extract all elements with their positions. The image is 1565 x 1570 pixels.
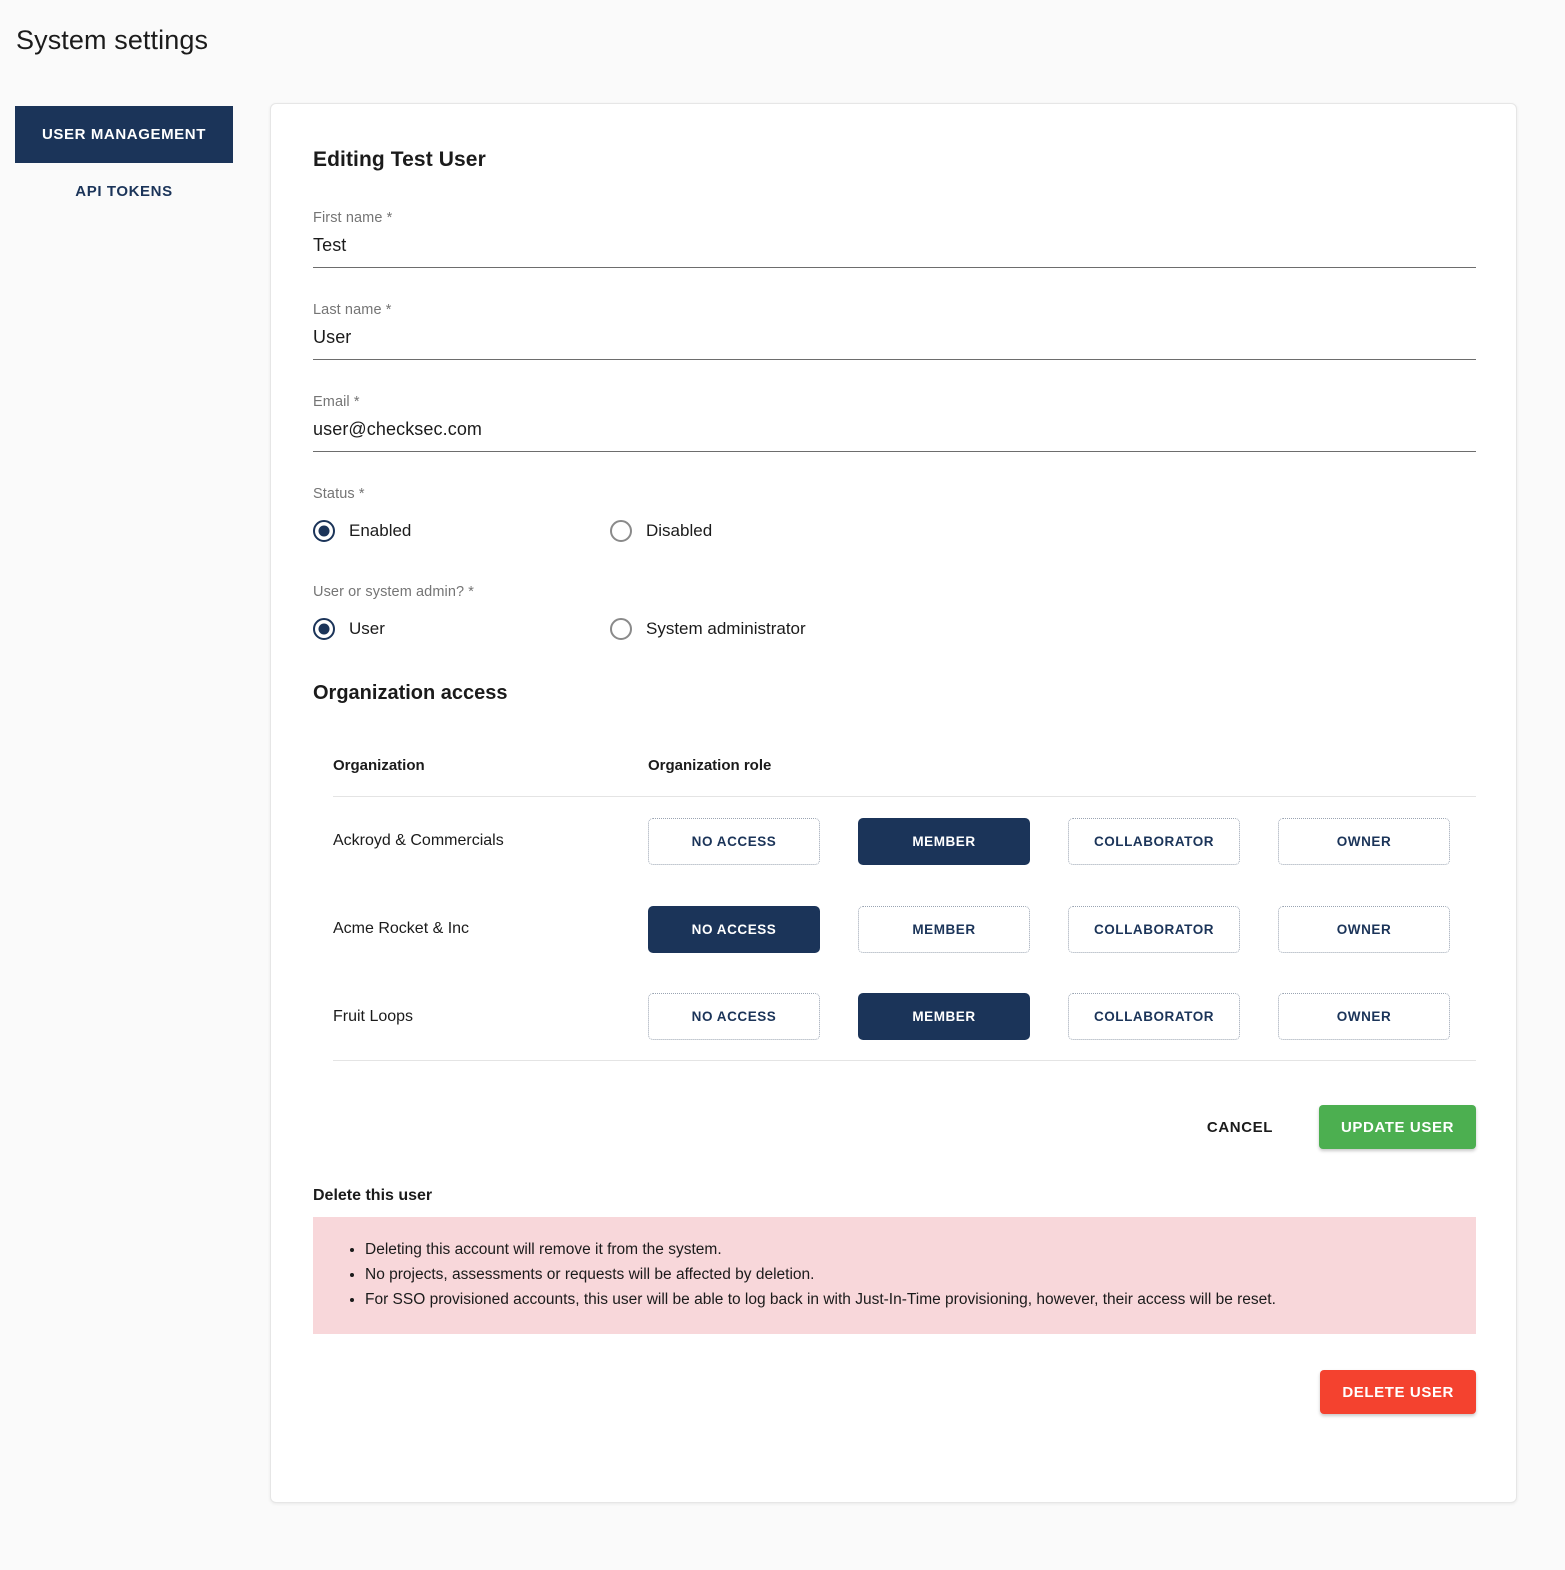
role-button-member[interactable]: MEMBER (858, 993, 1030, 1040)
admin-option-label: System administrator (646, 619, 806, 638)
role-button-collaborator[interactable]: COLLABORATOR (1068, 905, 1240, 953)
delete-user-button[interactable]: DELETE USER (1320, 1370, 1476, 1414)
organization-access-table: Organization Organization role Ackroyd &… (313, 757, 1476, 1061)
status-option-label: Disabled (646, 521, 713, 540)
role-button-collaborator[interactable]: COLLABORATOR (1068, 817, 1240, 865)
status-option-disabled[interactable]: Disabled (610, 520, 712, 542)
role-button-no-access[interactable]: NO ACCESS (648, 817, 820, 865)
table-header-row: Organization Organization role (333, 757, 1476, 797)
sidebar-item-user-management[interactable]: USER MANAGEMENT (15, 106, 233, 163)
radio-unchecked-icon (610, 520, 632, 542)
role-button-no-access[interactable]: NO ACCESS (648, 905, 820, 953)
update-user-button[interactable]: UPDATE USER (1319, 1105, 1476, 1149)
list-item: Deleting this account will remove it fro… (365, 1237, 1466, 1262)
first-name-input[interactable]: Test (313, 235, 1476, 268)
sidebar-item-label: USER MANAGEMENT (41, 126, 206, 143)
role-button-group: NO ACCESS MEMBER COLLABORATOR OWNER (648, 905, 1450, 953)
organization-name: Ackroyd & Commercials (333, 832, 504, 849)
page-title: System settings (16, 25, 209, 55)
delete-warning-alert: Deleting this account will remove it fro… (313, 1217, 1476, 1334)
table-row: Fruit Loops NO ACCESS MEMBER COLLABORATO… (333, 973, 1476, 1061)
field-last-name: Last name * User (313, 302, 1476, 360)
delete-section-title: Delete this user (313, 1187, 433, 1204)
email-input[interactable]: user@checksec.com (313, 419, 1476, 452)
column-header-organization: Organization (333, 757, 425, 774)
admin-option-user[interactable]: User (313, 618, 610, 640)
card-title: Editing Test User (313, 148, 486, 171)
radio-unchecked-icon (610, 618, 632, 640)
admin-option-label: User (349, 619, 385, 638)
role-button-owner[interactable]: OWNER (1278, 905, 1450, 953)
radio-checked-icon (313, 520, 335, 542)
admin-radio-group: User or system admin? * User System admi… (313, 584, 1474, 640)
role-button-member[interactable]: MEMBER (858, 905, 1030, 953)
organization-name: Acme Rocket & Inc (333, 920, 470, 937)
role-button-owner[interactable]: OWNER (1278, 993, 1450, 1040)
role-button-group: NO ACCESS MEMBER COLLABORATOR OWNER (648, 993, 1450, 1040)
sidebar: USER MANAGEMENT API TOKENS (15, 106, 233, 220)
status-option-enabled[interactable]: Enabled (313, 520, 610, 542)
role-button-collaborator[interactable]: COLLABORATOR (1068, 993, 1240, 1040)
organization-name: Fruit Loops (333, 1007, 414, 1025)
field-first-name: First name * Test (313, 210, 1476, 268)
list-item: For SSO provisioned accounts, this user … (365, 1287, 1466, 1312)
form-actions: CANCEL UPDATE USER (313, 1105, 1476, 1149)
column-header-organization-role: Organization role (648, 757, 772, 774)
admin-option-system-administrator[interactable]: System administrator (610, 618, 806, 640)
role-button-owner[interactable]: OWNER (1278, 817, 1450, 865)
status-label: Status * (313, 486, 365, 502)
email-label: Email * (313, 394, 360, 410)
sidebar-item-api-tokens[interactable]: API TOKENS (15, 163, 233, 220)
cancel-button[interactable]: CANCEL (1189, 1107, 1291, 1148)
organization-access-title: Organization access (313, 682, 508, 704)
sidebar-item-label: API TOKENS (75, 183, 173, 200)
edit-user-card: Editing Test User First name * Test Last… (270, 103, 1517, 1503)
last-name-input[interactable]: User (313, 327, 1476, 360)
radio-checked-icon (313, 618, 335, 640)
status-radio-group: Status * Enabled Disabled (313, 486, 1474, 542)
admin-label: User or system admin? * (313, 584, 475, 600)
role-button-no-access[interactable]: NO ACCESS (648, 993, 820, 1040)
delete-actions: DELETE USER (313, 1370, 1476, 1414)
role-button-member[interactable]: MEMBER (858, 817, 1030, 865)
role-button-group: NO ACCESS MEMBER COLLABORATOR OWNER (648, 817, 1450, 865)
first-name-label: First name * (313, 210, 393, 226)
field-email: Email * user@checksec.com (313, 394, 1476, 452)
table-row: Ackroyd & Commercials NO ACCESS MEMBER C… (333, 797, 1476, 885)
status-option-label: Enabled (349, 521, 412, 540)
list-item: No projects, assessments or requests wil… (365, 1262, 1466, 1287)
table-row: Acme Rocket & Inc NO ACCESS MEMBER COLLA… (333, 885, 1476, 973)
last-name-label: Last name * (313, 302, 392, 318)
